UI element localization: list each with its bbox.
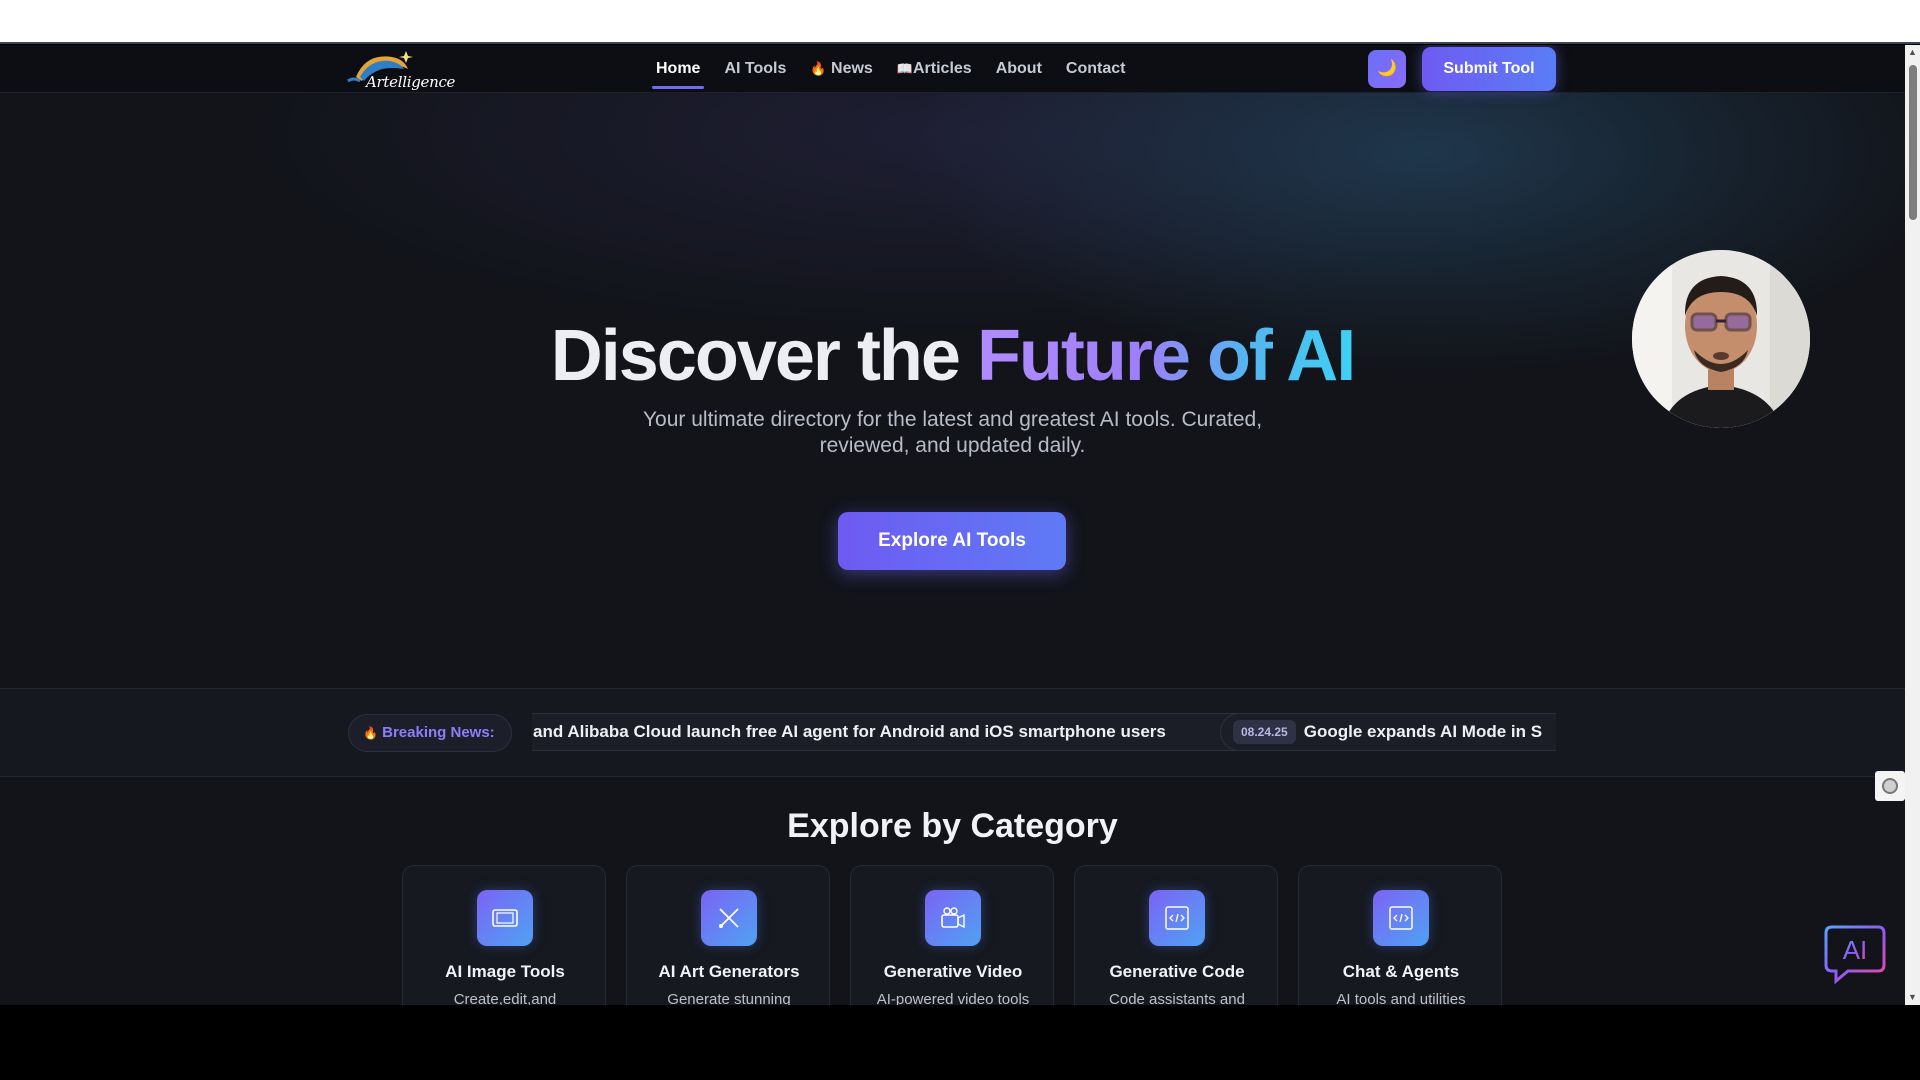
circle-icon bbox=[1882, 778, 1898, 794]
book-icon: 📖 bbox=[896, 61, 913, 76]
nav-about-label: About bbox=[995, 60, 1042, 77]
nav-ai-tools-label: AI Tools bbox=[724, 60, 787, 77]
breaking-news-label: 🔥 Breaking News: bbox=[348, 714, 512, 752]
logo-text: Artelligence bbox=[366, 73, 456, 91]
hero-title-gradient: Future of AI bbox=[976, 316, 1356, 396]
submit-tool-button[interactable]: Submit Tool bbox=[1422, 47, 1556, 91]
hero-title: Discover the Future of AI bbox=[0, 315, 1905, 397]
page: Discover the Future of AI Your ultimate … bbox=[0, 45, 1905, 1005]
hero-title-plain: Discover the bbox=[550, 316, 977, 396]
video-camera-icon bbox=[925, 890, 981, 946]
category-desc: AI tools and utilities bbox=[1336, 991, 1466, 1005]
brush-icon bbox=[701, 890, 757, 946]
breaking-news-text: Breaking News: bbox=[382, 724, 495, 741]
news-item-text: Google expands AI Mode in S bbox=[1303, 722, 1543, 741]
category-name: Generative Video bbox=[883, 962, 1023, 981]
bottom-black-area bbox=[0, 1005, 1920, 1080]
nav-contact-label: Contact bbox=[1065, 60, 1126, 77]
nav-about[interactable]: About bbox=[996, 45, 1042, 93]
category-card-art-generators[interactable]: AI Art Generators Generate stunning visu… bbox=[626, 865, 830, 1005]
ai-chat-widget-button[interactable]: AI bbox=[1822, 921, 1888, 987]
nav-contact[interactable]: Contact bbox=[1066, 45, 1126, 93]
fire-icon: 🔥 bbox=[810, 61, 827, 76]
category-card-generative-code[interactable]: Generative Code Code assistants and tool… bbox=[1074, 865, 1278, 1005]
category-name: Generative Code bbox=[1109, 962, 1245, 981]
hero-section: Discover the Future of AI Your ultimate … bbox=[0, 93, 1905, 689]
news-item-text: and Alibaba Cloud launch free AI agent f… bbox=[533, 722, 1166, 741]
category-name: AI Art Generators bbox=[658, 962, 800, 981]
nav-articles-label: Articles bbox=[913, 60, 972, 77]
nav-news[interactable]: 🔥 News bbox=[810, 45, 872, 93]
nav-home-label: Home bbox=[656, 60, 701, 77]
presenter-webcam-avatar bbox=[1632, 250, 1810, 428]
breaking-news-ticker: 🔥 Breaking News: and Alibaba Cloud launc… bbox=[0, 689, 1905, 777]
image-icon bbox=[477, 890, 533, 946]
nav-news-label: News bbox=[831, 60, 873, 77]
scroll-down-arrow-icon[interactable]: ▼ bbox=[1905, 990, 1920, 1005]
main-nav: Home AI Tools 🔥 News 📖Articles About Con… bbox=[651, 45, 1126, 93]
category-desc: Generate stunning visuals bbox=[667, 991, 791, 1005]
category-desc: Code assistants and tools bbox=[1109, 991, 1245, 1005]
code-icon bbox=[1373, 890, 1429, 946]
section-title-categories: Explore by Category bbox=[787, 807, 1118, 845]
side-toggle-button[interactable] bbox=[1875, 771, 1905, 801]
news-item[interactable]: 08.24.25 Google expands AI Mode in S bbox=[1220, 713, 1556, 751]
category-name: Chat & Agents bbox=[1342, 962, 1460, 981]
nav-home[interactable]: Home bbox=[651, 45, 705, 93]
scroll-thumb[interactable] bbox=[1909, 65, 1917, 220]
category-card-chat-agents[interactable]: Chat & Agents AI tools and utilities bbox=[1298, 865, 1502, 1005]
category-desc: AI-powered video tools bbox=[876, 991, 1030, 1005]
category-card-generative-video[interactable]: Generative Video AI-powered video tools bbox=[850, 865, 1054, 1005]
ticker-track: and Alibaba Cloud launch free AI agent f… bbox=[532, 713, 1556, 753]
page-scrollbar[interactable]: ▲ ▼ bbox=[1905, 45, 1920, 1005]
chat-widget-label: AI bbox=[1843, 935, 1868, 965]
browser-top-bar bbox=[0, 0, 1920, 44]
hero-subtitle: Your ultimate directory for the latest a… bbox=[642, 408, 1263, 457]
moon-icon: 🌙 bbox=[1377, 60, 1397, 77]
code-icon bbox=[1149, 890, 1205, 946]
logo[interactable]: Artelligence bbox=[346, 47, 455, 91]
site-header: Artelligence Home AI Tools 🔥 News 📖Artic… bbox=[0, 45, 1905, 93]
category-name: AI Image Tools bbox=[445, 962, 565, 981]
fire-icon: 🔥 bbox=[363, 726, 378, 740]
category-desc: Create,edit,and enhance images bbox=[453, 991, 557, 1005]
scroll-up-arrow-icon[interactable]: ▲ bbox=[1905, 45, 1920, 60]
theme-toggle-button[interactable]: 🌙 bbox=[1368, 50, 1406, 88]
nav-ai-tools[interactable]: AI Tools bbox=[724, 45, 786, 93]
nav-articles[interactable]: 📖Articles bbox=[897, 45, 972, 93]
category-cards: AI Image Tools Create,edit,and enhance i… bbox=[402, 865, 1502, 1005]
explore-ai-tools-button[interactable]: Explore AI Tools bbox=[838, 512, 1066, 570]
news-item-date: 08.24.25 bbox=[1233, 720, 1296, 744]
chat-bubble-icon: AI bbox=[1824, 925, 1886, 985]
category-card-image-tools[interactable]: AI Image Tools Create,edit,and enhance i… bbox=[402, 865, 606, 1005]
